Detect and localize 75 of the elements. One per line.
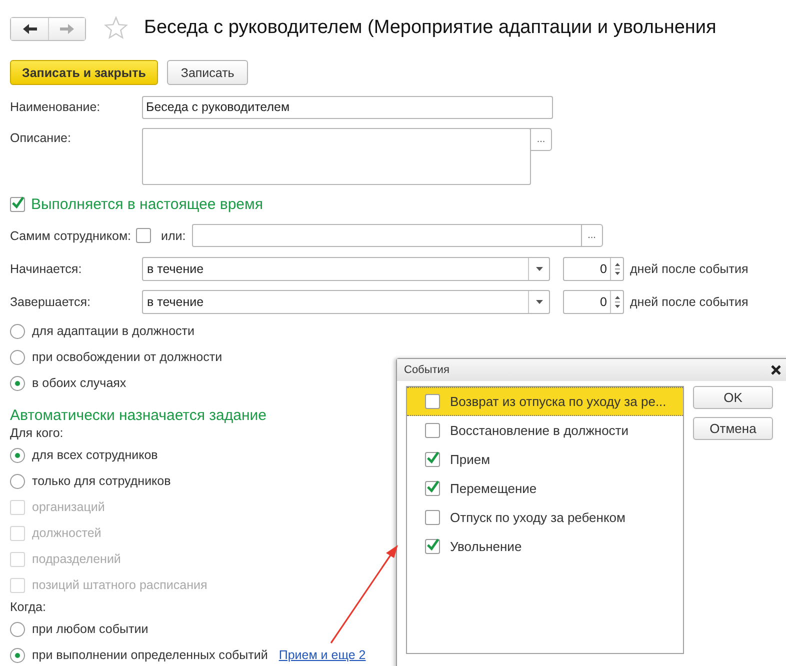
close-icon[interactable] [771,365,781,375]
field-label: Начинается: [10,262,83,276]
or-label: или: [161,228,186,242]
event-label: Перемещение [450,481,537,496]
radio-label: только для сотрудников [32,474,171,488]
days-spinner[interactable]: 0 [563,257,624,281]
cancel-button[interactable]: Отмена [693,417,773,440]
list-item[interactable]: Возврат из отпуска по уходу за ре... [407,387,683,416]
checkbox[interactable] [425,423,440,438]
period-dropdown[interactable]: в течение [142,257,550,281]
days-label: дней после события [630,295,748,309]
field-label: Описание: [10,131,72,145]
checkbox[interactable] [425,481,440,496]
checkbox-label: организаций [32,500,105,514]
window-title: Беседа с руководителем (Мероприятие адаптации и увольнения [144,17,716,39]
radio-button[interactable] [10,474,25,488]
field-label: Завершается: [10,295,92,309]
checkbox[interactable] [10,196,25,212]
name-field[interactable]: Беседа с руководителем [142,96,553,118]
event-label: Прием [450,452,490,467]
list-item[interactable]: Перемещение [407,474,683,503]
checkbox[interactable] [425,394,440,409]
dropdown-arrow-icon [536,267,542,271]
dropdown-arrow-icon [536,300,542,304]
radio-label: в обоих случаях [32,376,126,390]
event-label: Увольнение [450,539,522,554]
radio-button[interactable] [10,350,25,364]
checkbox[interactable] [425,510,440,525]
field-label: Наименование: [10,100,102,114]
event-label: Возврат из отпуска по уходу за ре... [450,394,666,409]
list-item[interactable]: Отпуск по уходу за ребенком [407,503,683,532]
period-dropdown[interactable]: в течение [142,290,550,314]
radio-button[interactable] [10,648,25,662]
save-and-close-button[interactable]: Записать и закрыть [10,60,158,85]
event-label: Отпуск по уходу за ребенком [450,510,626,525]
back-arrow-icon [22,24,36,34]
radio-label: при любом событии [32,622,148,636]
days-spinner[interactable]: 0 [563,290,624,314]
list-item[interactable]: Увольнение [407,532,683,561]
radio-button[interactable] [10,622,25,636]
events-link[interactable]: Прием и еще 2 [278,648,366,662]
section-heading: Автоматически назначается задание [10,407,266,424]
list-item[interactable]: Восстановление в должности [407,416,683,445]
forward-arrow-icon [60,24,74,34]
ok-button[interactable]: OK [693,386,773,409]
radio-label: при выполнении определенных событий [32,648,268,662]
list-item[interactable]: Прием [407,445,683,474]
radio-button[interactable] [10,448,25,462]
radio-label: при освобождении от должности [32,350,222,364]
spinner-arrows-icon [614,261,620,277]
back-button[interactable] [11,18,48,40]
star-icon[interactable] [104,16,128,40]
checkbox-label: позиций штатного расписания [32,578,208,592]
select-button[interactable]: ... [580,224,603,247]
save-button[interactable]: Записать [166,60,248,85]
checkbox[interactable] [425,452,440,467]
field-label: Самим сотрудником: [10,228,132,242]
group-label: Когда: [10,600,46,614]
radio-button[interactable] [10,324,25,338]
event-label: Восстановление в должности [450,423,629,438]
radio-button[interactable] [10,376,25,390]
radio-label: для адаптации в должности [32,324,194,338]
radio-label: для всех сотрудников [32,448,158,462]
select-button[interactable]: ... [530,128,552,151]
checkbox[interactable] [425,539,440,554]
description-field[interactable] [142,128,531,185]
spinner-arrows-icon [614,294,620,310]
checkbox-label: Выполняется в настоящее время [31,196,263,212]
checkbox[interactable] [136,228,152,243]
checkbox-label: подразделений [32,552,121,566]
performer-field[interactable] [192,224,582,247]
dialog-title: События [404,364,450,376]
days-label: дней после события [630,262,748,276]
checkbox-label: должностей [32,526,102,540]
group-label: Для кого: [10,426,64,440]
